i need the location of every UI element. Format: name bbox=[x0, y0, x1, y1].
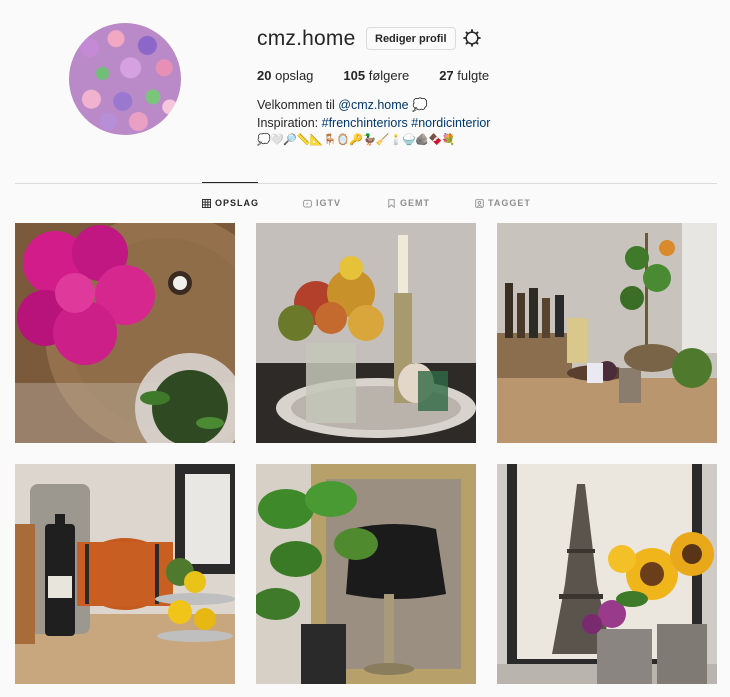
profile-avatar[interactable] bbox=[69, 23, 181, 135]
post-eiffel-sunflowers[interactable] bbox=[497, 464, 717, 684]
edit-profile-button[interactable]: Rediger profil bbox=[366, 27, 456, 50]
bio-line-1: Velkommen til @cmz.home 💭 bbox=[257, 97, 490, 115]
followers-label: følgere bbox=[368, 68, 410, 83]
following-stat[interactable]: 27 fulgte bbox=[439, 68, 489, 83]
profile-stats: 20 opslag 105 følgere 27 fulgte bbox=[257, 68, 519, 83]
following-label: fulgte bbox=[457, 68, 490, 83]
bio-welcome-text: Velkommen til bbox=[257, 98, 339, 112]
tagged-icon bbox=[475, 198, 484, 208]
tab-igtv-label: IGTV bbox=[316, 198, 342, 208]
profile-username: cmz.home bbox=[257, 27, 356, 50]
post-bar-cart-corner[interactable] bbox=[497, 223, 717, 443]
bio-inspiration-text: Inspiration: bbox=[257, 115, 322, 130]
hashtag-link-nordicinterior[interactable]: #nordicinterior bbox=[411, 116, 490, 130]
post-wine-barrel-fruit[interactable] bbox=[15, 464, 235, 684]
posts-label: opslag bbox=[275, 68, 314, 83]
posts-count: 20 bbox=[257, 68, 272, 83]
followers-stat[interactable]: 105 følgere bbox=[343, 68, 409, 83]
bio-thought-emoji: 💭 bbox=[412, 98, 428, 112]
bio-line-2: Inspiration: #frenchinteriors #nordicint… bbox=[257, 115, 490, 133]
posts-stat: 20 opslag bbox=[257, 68, 313, 83]
gear-icon[interactable] bbox=[462, 28, 482, 48]
tab-igtv[interactable]: IGTV bbox=[303, 198, 341, 208]
active-tab-indicator bbox=[202, 182, 258, 183]
post-candle-tray-flowers[interactable] bbox=[256, 223, 476, 443]
tab-tagged[interactable]: TAGGET bbox=[475, 198, 531, 208]
igtv-icon bbox=[303, 199, 312, 208]
bookmark-icon bbox=[388, 198, 395, 208]
hashtag-link-frenchinteriors[interactable]: #frenchinteriors bbox=[322, 116, 408, 130]
grid-icon bbox=[202, 198, 211, 208]
tab-tagged-label: TAGGET bbox=[488, 198, 531, 208]
followers-count: 105 bbox=[343, 68, 366, 83]
bio-mention-link[interactable]: @cmz.home bbox=[338, 98, 408, 112]
post-monstera-lamp-mirror[interactable] bbox=[256, 464, 476, 684]
bio-emoji-row: 💭🤍🔎📏📐🪑🪞🔑🦆🧹🕯️🍚🪨🍫💐 bbox=[257, 134, 455, 146]
tabs-divider bbox=[15, 183, 717, 184]
post-pink-dahlias[interactable] bbox=[15, 223, 235, 443]
tab-saved[interactable]: GEMT bbox=[387, 198, 430, 208]
tab-posts-label: OPSLAG bbox=[215, 198, 260, 208]
profile-bio: Velkommen til @cmz.home 💭 Inspiration: #… bbox=[257, 97, 490, 150]
following-count: 27 bbox=[439, 68, 454, 83]
tab-saved-label: GEMT bbox=[400, 198, 430, 208]
profile-tabs: OPSLAG IGTV GEMT TAGGET bbox=[0, 198, 730, 212]
tab-posts[interactable]: OPSLAG bbox=[202, 198, 259, 208]
